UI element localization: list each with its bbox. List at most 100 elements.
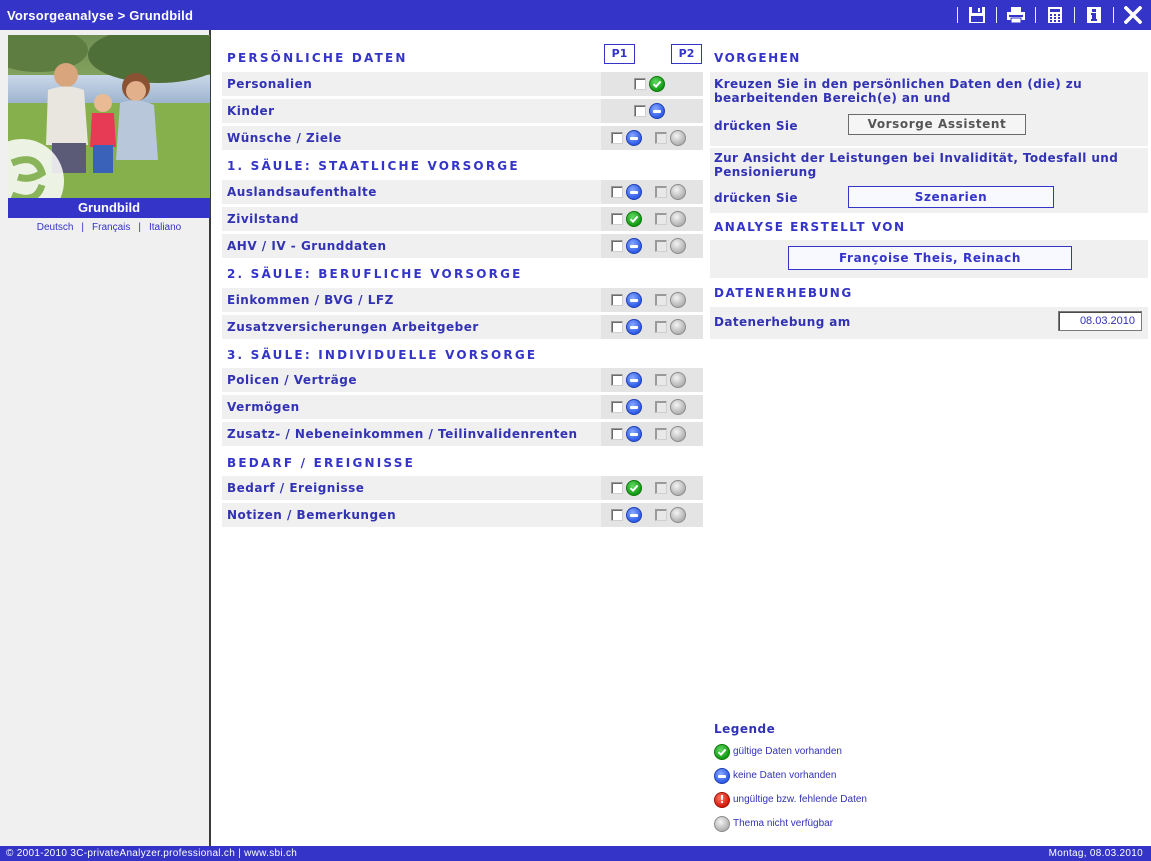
p2-checkbox[interactable] — [655, 321, 667, 333]
p1-checkbox[interactable] — [611, 509, 623, 521]
druecken-label-1: drücken Sie — [714, 119, 798, 133]
p2-checkbox[interactable] — [655, 240, 667, 252]
vorsorge-assistent-button[interactable]: Vorsorge Assistent — [848, 114, 1026, 135]
print-icon[interactable] — [1006, 5, 1026, 25]
p2-checkbox[interactable] — [655, 428, 667, 440]
status-cell — [601, 126, 703, 150]
valid-data-icon — [714, 744, 730, 760]
no-data-icon — [626, 507, 642, 523]
p1-checkbox[interactable] — [611, 240, 623, 252]
p1-column-button[interactable]: P1 — [604, 44, 635, 64]
row-label: AHV / IV - Grunddaten — [227, 239, 387, 253]
p2-checkbox[interactable] — [655, 294, 667, 306]
not-available-icon — [670, 292, 686, 308]
sidebar: Grundbild Deutsch | Français | Italiano — [0, 30, 211, 846]
status-cell — [601, 99, 703, 123]
legend-title: Legende — [714, 722, 776, 736]
szenarien-button[interactable]: Szenarien — [848, 186, 1054, 208]
list-item[interactable]: AHV / IV - Grunddaten — [222, 234, 703, 258]
list-item[interactable]: Personalien — [222, 72, 703, 96]
row-label: Zusatzversicherungen Arbeitgeber — [227, 320, 479, 334]
lang-separator: | — [138, 222, 141, 233]
not-available-icon — [670, 507, 686, 523]
section-title-vorgehen: VORGEHEN — [714, 51, 801, 65]
list-item[interactable]: Einkommen / BVG / LFZ — [222, 288, 703, 312]
status-cell — [601, 422, 703, 446]
instruction-text-1: Kreuzen Sie in den persönlichen Daten de… — [714, 77, 1083, 105]
list-item[interactable]: Notizen / Bemerkungen — [222, 503, 703, 527]
lang-francais[interactable]: Français — [92, 222, 130, 233]
p1-checkbox[interactable] — [611, 482, 623, 494]
section-title-datenerhebung: DATENERHEBUNG — [714, 286, 853, 300]
p1-checkbox[interactable] — [611, 401, 623, 413]
no-data-icon — [626, 238, 642, 254]
p2-checkbox[interactable] — [655, 482, 667, 494]
p2-column-button[interactable]: P2 — [671, 44, 702, 64]
datenerhebung-date-field[interactable]: 08.03.2010 — [1058, 311, 1142, 331]
analyse-panel: Françoise Theis, Reinach — [710, 240, 1148, 278]
p1-checkbox[interactable] — [611, 374, 623, 386]
no-data-icon — [626, 319, 642, 335]
lang-italiano[interactable]: Italiano — [149, 222, 181, 233]
toolbar-separator — [1113, 7, 1114, 23]
not-available-icon — [670, 130, 686, 146]
druecken-label-2: drücken Sie — [714, 191, 798, 205]
instruction-text-2: Zur Ansicht der Leistungen bei Invalidit… — [714, 151, 1119, 179]
status-cell — [601, 180, 703, 204]
close-icon[interactable] — [1123, 5, 1143, 25]
not-available-icon — [670, 372, 686, 388]
legend-text: gültige Daten vorhanden — [733, 746, 842, 757]
no-data-icon — [649, 103, 665, 119]
list-item[interactable]: Bedarf / Ereignisse — [222, 476, 703, 500]
author-button[interactable]: Françoise Theis, Reinach — [788, 246, 1072, 270]
p1-checkbox[interactable] — [611, 428, 623, 440]
p2-checkbox[interactable] — [655, 186, 667, 198]
list-item[interactable]: Auslandsaufenthalte — [222, 180, 703, 204]
toolbar-separator — [996, 7, 997, 23]
not-available-icon — [670, 184, 686, 200]
row-label: Zivilstand — [227, 212, 299, 226]
lang-deutsch[interactable]: Deutsch — [37, 222, 74, 233]
copyright-text: © 2001-2010 3C-privateAnalyzer.professio… — [6, 848, 298, 859]
p2-checkbox[interactable] — [655, 213, 667, 225]
status-cell — [601, 315, 703, 339]
p2-checkbox[interactable] — [655, 509, 667, 521]
not-available-icon — [714, 816, 730, 832]
valid-data-icon — [626, 480, 642, 496]
p1-checkbox[interactable] — [611, 321, 623, 333]
info-icon[interactable] — [1084, 5, 1104, 25]
list-item[interactable]: Zusatzversicherungen Arbeitgeber — [222, 315, 703, 339]
p1-checkbox[interactable] — [611, 132, 623, 144]
no-data-icon — [714, 768, 730, 784]
p1-checkbox[interactable] — [634, 78, 646, 90]
list-item[interactable]: Zivilstand — [222, 207, 703, 231]
p1-checkbox[interactable] — [611, 294, 623, 306]
list-item[interactable]: Kinder — [222, 99, 703, 123]
vorgehen-panel-1: Kreuzen Sie in den persönlichen Daten de… — [710, 72, 1148, 146]
p2-checkbox[interactable] — [655, 132, 667, 144]
calculator-icon[interactable] — [1045, 5, 1065, 25]
p1-checkbox[interactable] — [611, 186, 623, 198]
not-available-icon — [670, 211, 686, 227]
p2-checkbox[interactable] — [655, 401, 667, 413]
status-cell — [601, 288, 703, 312]
p1-checkbox[interactable] — [634, 105, 646, 117]
list-item[interactable]: Zusatz- / Nebeneinkommen / Teilinvaliden… — [222, 422, 703, 446]
row-label: Einkommen / BVG / LFZ — [227, 293, 394, 307]
p2-checkbox[interactable] — [655, 374, 667, 386]
footer: © 2001-2010 3C-privateAnalyzer.professio… — [0, 846, 1151, 861]
list-item[interactable]: Vermögen — [222, 395, 703, 419]
legend-text: keine Daten vorhanden — [733, 770, 837, 781]
valid-data-icon — [626, 211, 642, 227]
list-item[interactable]: Wünsche / Ziele — [222, 126, 703, 150]
row-label: Kinder — [227, 104, 275, 118]
status-cell — [601, 207, 703, 231]
not-available-icon — [670, 238, 686, 254]
list-item[interactable]: Policen / Verträge — [222, 368, 703, 392]
vorgehen-panel-2: Zur Ansicht der Leistungen bei Invalidit… — [710, 148, 1148, 213]
status-cell — [601, 395, 703, 419]
legend: Legende gültige Daten vorhanden keine Da… — [714, 722, 867, 832]
no-data-icon — [626, 399, 642, 415]
save-icon[interactable] — [967, 5, 987, 25]
p1-checkbox[interactable] — [611, 213, 623, 225]
